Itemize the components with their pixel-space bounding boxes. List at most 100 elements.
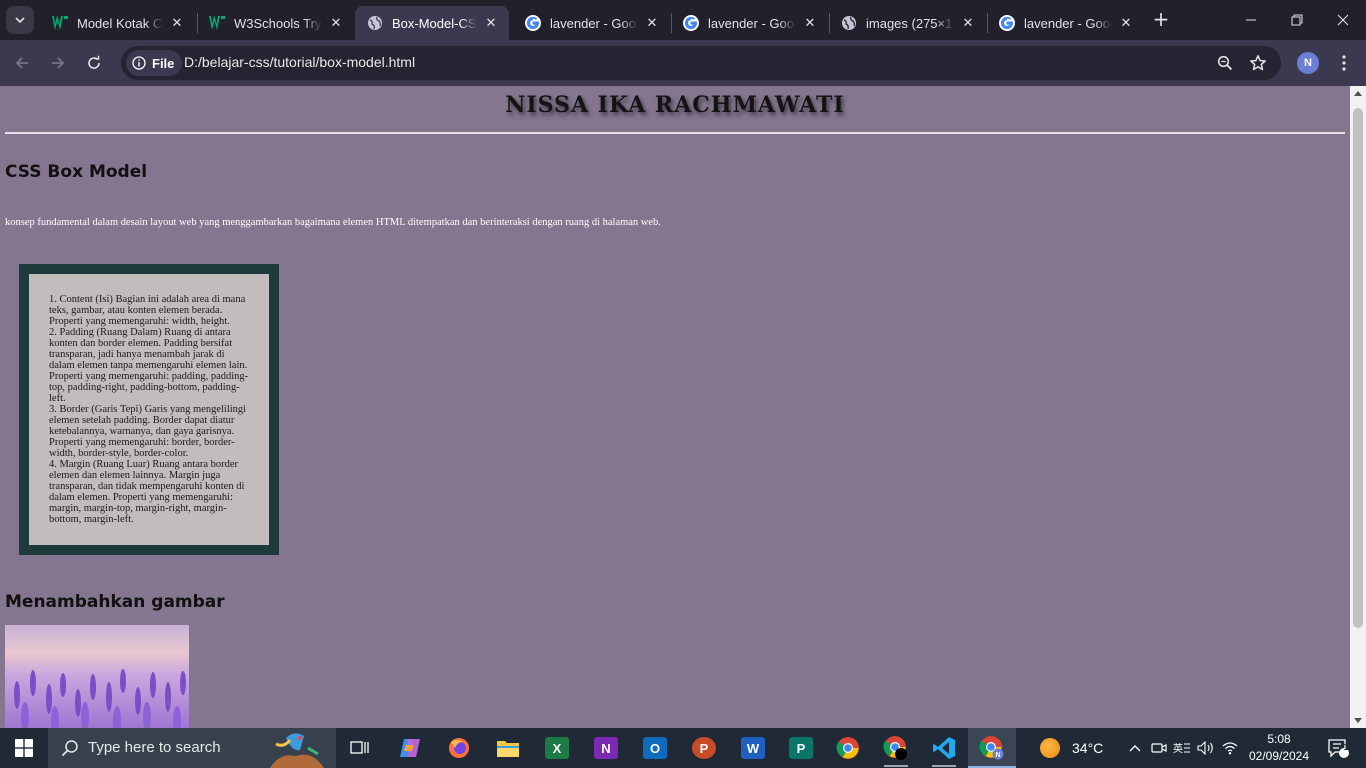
tab-lavender-google-1[interactable]: lavender - Google ✕: [513, 6, 670, 40]
chrome-profile-button[interactable]: N: [968, 728, 1016, 768]
svg-text:英: 英: [1173, 742, 1183, 755]
tab-images[interactable]: images (275×183) ✕: [829, 6, 986, 40]
tab-lavender-google-2[interactable]: lavender - Google ✕: [671, 6, 828, 40]
taskbar-search[interactable]: Type here to search: [48, 728, 336, 768]
close-tab-icon[interactable]: ✕: [644, 15, 660, 31]
address-bar[interactable]: File D:/belajar-css/tutorial/box-model.h…: [121, 46, 1281, 80]
section-title-image: Menambahkan gambar: [5, 592, 225, 612]
profile-avatar[interactable]: N: [1297, 52, 1319, 74]
language-button[interactable]: 英: [1171, 728, 1193, 768]
browser-menu-button[interactable]: [1334, 52, 1354, 74]
publisher-button[interactable]: P: [777, 728, 825, 768]
forward-button[interactable]: [44, 49, 72, 77]
browser-toolbar: File D:/belajar-css/tutorial/box-model.h…: [0, 40, 1366, 86]
outlook-button[interactable]: O: [631, 728, 679, 768]
outlook-icon: O: [643, 737, 667, 759]
globe-icon: [367, 15, 383, 31]
word-button[interactable]: W: [729, 728, 777, 768]
arrow-right-icon: [52, 57, 65, 69]
scroll-thumb[interactable]: [1353, 108, 1363, 628]
page-scrollbar[interactable]: [1350, 86, 1366, 728]
tab-search-button[interactable]: [6, 6, 34, 34]
scroll-up-arrow[interactable]: [1354, 91, 1362, 96]
wifi-icon: [1222, 742, 1238, 755]
task-view-button[interactable]: [336, 728, 384, 768]
powerpoint-button[interactable]: P: [680, 728, 728, 768]
excel-icon: X: [545, 737, 569, 759]
new-tab-button[interactable]: +: [1150, 8, 1172, 30]
word-icon: W: [741, 737, 765, 759]
scroll-down-arrow[interactable]: [1354, 718, 1362, 723]
close-tab-icon[interactable]: ✕: [328, 15, 344, 31]
box-item-content: 1. Content (Isi) Bagian ini adalah area …: [49, 294, 246, 327]
speaker-icon: [1197, 741, 1213, 755]
url-text[interactable]: D:/belajar-css/tutorial/box-model.html: [184, 54, 415, 70]
chrome-button[interactable]: [824, 728, 872, 768]
close-window-button[interactable]: [1320, 0, 1366, 40]
copilot-button[interactable]: [386, 728, 434, 768]
vscode-button[interactable]: [920, 728, 968, 768]
excel-button[interactable]: X: [533, 728, 581, 768]
notification-count: 1: [1343, 742, 1349, 752]
restore-button[interactable]: [1274, 0, 1320, 40]
network-button[interactable]: [1219, 728, 1241, 768]
minimize-icon: [1246, 19, 1256, 21]
arrow-left-icon: [15, 57, 28, 69]
close-tab-icon[interactable]: ✕: [960, 15, 976, 31]
close-tab-icon[interactable]: ✕: [1118, 15, 1134, 31]
section-title-box-model: CSS Box Model: [5, 162, 148, 182]
parrot-illustration-icon: [270, 733, 324, 768]
close-tab-icon[interactable]: ✕: [483, 15, 499, 31]
windows-logo-icon: [15, 739, 33, 757]
onenote-button[interactable]: N: [582, 728, 630, 768]
page-viewport: NISSA IKA RACHMAWATI CSS Box Model konse…: [0, 86, 1366, 728]
notifications-button[interactable]: 1: [1318, 728, 1358, 768]
show-hidden-icons-button[interactable]: [1124, 728, 1146, 768]
close-tab-icon[interactable]: ✕: [802, 15, 818, 31]
close-icon: [1337, 14, 1349, 26]
chrome-recording-button[interactable]: [872, 728, 920, 768]
file-explorer-icon: [497, 741, 519, 757]
start-button[interactable]: [0, 728, 48, 768]
box-model-content: 1. Content (Isi) Bagian ini adalah area …: [29, 274, 269, 545]
powerpoint-icon: P: [692, 737, 716, 759]
w3schools-icon: [52, 15, 68, 31]
box-item-padding: 2. Padding (Ruang Dalam) Ruang di antara…: [49, 327, 249, 404]
horizontal-rule: [5, 132, 1345, 134]
w3schools-icon: [209, 15, 225, 31]
volume-button[interactable]: [1195, 728, 1217, 768]
site-info-chip[interactable]: File: [126, 50, 183, 76]
google-icon: [683, 15, 699, 31]
minimize-button[interactable]: [1228, 0, 1274, 40]
tab-strip: Model Kotak CSS ✕ W3Schools Tryit ✕ Box-…: [0, 0, 1366, 40]
tab-lavender-google-3[interactable]: lavender - Google ✕: [987, 6, 1144, 40]
meet-now-button[interactable]: [1148, 728, 1170, 768]
box-item-border: 3. Border (Garis Tepi) Garis yang mengel…: [49, 404, 247, 459]
bookmark-star-icon[interactable]: [1248, 53, 1268, 73]
search-icon: [61, 740, 78, 757]
onenote-icon: N: [594, 737, 618, 759]
zoom-icon[interactable]: [1215, 53, 1235, 73]
tab-model-kotak[interactable]: Model Kotak CSS ✕: [40, 6, 195, 40]
svg-text:N: N: [995, 752, 1000, 759]
intro-paragraph: konsep fundamental dalam desain layout w…: [5, 217, 661, 228]
box-model-demo: 1. Content (Isi) Bagian ini adalah area …: [19, 264, 279, 555]
weather-widget[interactable]: 34°C: [1040, 728, 1103, 768]
sun-icon: [1040, 738, 1060, 758]
file-explorer-button[interactable]: [484, 728, 532, 768]
reload-button[interactable]: [80, 49, 108, 77]
back-button[interactable]: [8, 49, 36, 77]
reload-icon: [88, 55, 100, 69]
tab-w3schools-tryit[interactable]: W3Schools Tryit ✕: [197, 6, 354, 40]
vscode-icon: [933, 737, 955, 759]
firefox-icon: [449, 738, 469, 758]
firefox-button[interactable]: [435, 728, 483, 768]
chrome-recording-icon: [883, 736, 907, 760]
publisher-icon: P: [789, 737, 813, 759]
page-title: NISSA IKA RACHMAWATI: [505, 92, 845, 118]
taskbar-clock[interactable]: 5:08 02/09/2024: [1248, 731, 1310, 765]
box-item-margin: 4. Margin (Ruang Luar) Ruang antara bord…: [49, 459, 245, 525]
info-icon: [132, 56, 146, 70]
tab-box-model-css[interactable]: Box-Model-CSS ✕: [355, 6, 509, 40]
close-tab-icon[interactable]: ✕: [169, 15, 185, 31]
